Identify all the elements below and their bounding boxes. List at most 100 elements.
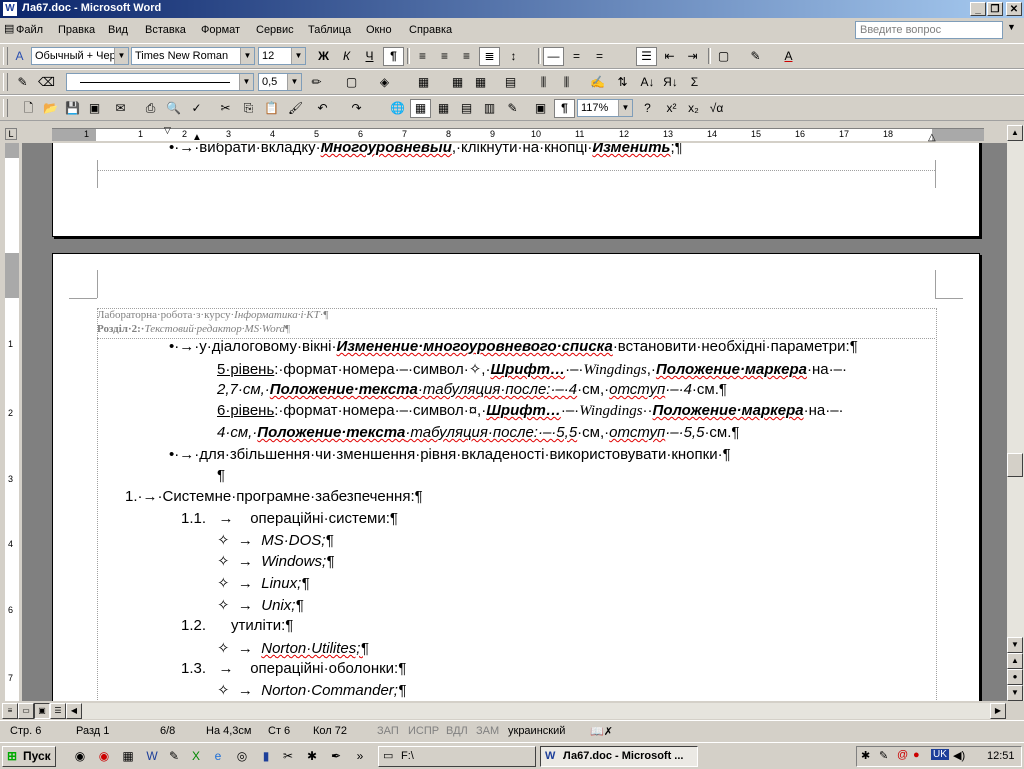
word-app-icon[interactable]: W <box>3 2 17 16</box>
vertical-scrollbar[interactable]: ▲ ▼ ▲ ● ▼ <box>1007 125 1024 701</box>
outline-subitem[interactable]: ✧ → Windows;¶ <box>217 552 334 570</box>
previous-page-icon[interactable]: ▲ <box>1007 653 1023 669</box>
insert-excel-icon[interactable]: ▤ <box>456 99 477 118</box>
highlight-icon[interactable]: ✎ <box>745 47 766 66</box>
outline-subitem[interactable]: ✧ → Norton·Utilites;¶ <box>217 639 369 657</box>
spelling-status-icon[interactable]: 📖✗ <box>590 725 613 738</box>
undo-icon[interactable]: ↶ <box>312 99 333 118</box>
quicklaunch-icon[interactable]: ◉ <box>72 748 88 764</box>
menu-tools[interactable]: Сервис <box>256 24 294 36</box>
print-preview-icon[interactable]: 🔍 <box>163 99 184 118</box>
ask-question-input[interactable]: Введите вопрос <box>855 21 1003 39</box>
tables-borders-icon[interactable]: ▦ <box>410 99 431 118</box>
split-cells-icon[interactable]: ▦ <box>470 73 491 92</box>
vertical-ruler[interactable]: 1 2 3 4 6 7 <box>0 143 22 701</box>
numbering-icon[interactable]: = <box>566 47 587 66</box>
bullet-line[interactable]: •·→·у·діалоговому·вікні·Изменение·многоу… <box>169 338 858 355</box>
font-color-icon[interactable]: A <box>778 47 799 66</box>
email-icon[interactable]: ✉ <box>110 99 131 118</box>
save-icon[interactable]: 💾 <box>62 99 83 118</box>
help-icon[interactable]: ? <box>637 99 658 118</box>
excel-quicklaunch-icon[interactable]: X <box>188 748 204 764</box>
show-formatting-icon[interactable]: ¶ <box>383 47 404 66</box>
outline-subitem[interactable]: ✧ → Unix;¶ <box>217 596 303 614</box>
restore-button[interactable]: ❐ <box>987 2 1003 16</box>
menu-help[interactable]: Справка <box>409 24 452 36</box>
menu-insert[interactable]: Вставка <box>145 24 186 36</box>
toolbar-grip[interactable] <box>3 73 8 91</box>
level6-line-cont[interactable]: 4·см,·Положение·текста·табуляция·после:·… <box>217 424 739 441</box>
start-button[interactable]: ⊞ Пуск <box>2 746 56 767</box>
spelling-icon[interactable]: ✓ <box>186 99 207 118</box>
increase-indent-icon[interactable]: ⇥ <box>682 47 703 66</box>
hanging-indent-marker[interactable]: ▲ <box>192 132 202 143</box>
print-icon[interactable]: ⎙ <box>140 99 161 118</box>
scroll-left-icon[interactable]: ◀ <box>66 703 82 719</box>
web-view-icon[interactable]: ▭ <box>18 703 34 719</box>
outline-subitem[interactable]: ✧ → Linux;¶ <box>217 574 309 592</box>
subscript-icon[interactable]: x₂ <box>683 99 704 118</box>
paste-icon[interactable]: 📋 <box>261 99 282 118</box>
toolbar-grip[interactable] <box>3 47 8 65</box>
level6-line[interactable]: 6·рівень:·формат·номера·–·символ·¤,·Шриф… <box>217 402 844 420</box>
hyperlink-icon[interactable]: 🌐 <box>387 99 408 118</box>
decrease-indent-icon[interactable]: ⇤ <box>659 47 680 66</box>
document-map-icon[interactable]: ▣ <box>530 99 551 118</box>
outline-item-1-1[interactable]: 1.1. → операційні·системи:¶ <box>181 510 398 527</box>
tray-icon[interactable]: ✱ <box>861 749 870 762</box>
menu-window[interactable]: Окно <box>366 24 392 36</box>
font-combo[interactable]: Times New Roman ▼ <box>131 47 255 65</box>
merge-cells-icon[interactable]: ▦ <box>447 73 468 92</box>
horizontal-ruler[interactable]: L 1 1 2 3 4 5 6 7 8 9 10 11 12 13 14 15 … <box>0 125 1024 143</box>
align-left-icon[interactable]: ≡ <box>412 47 433 66</box>
quicklaunch-icon[interactable]: ✒ <box>328 748 344 764</box>
language-indicator[interactable]: UK <box>931 749 949 760</box>
status-trk[interactable]: ИСПР <box>408 725 439 737</box>
chevron-down-icon[interactable]: ▼ <box>287 74 301 90</box>
menu-table[interactable]: Таблица <box>308 24 351 36</box>
insert-table-icon[interactable]: ▦ <box>413 73 434 92</box>
tray-icon[interactable]: @ <box>897 749 908 761</box>
new-document-icon[interactable]: 🗋 <box>18 99 39 118</box>
select-browse-object-icon[interactable]: ● <box>1007 669 1023 685</box>
scroll-down-icon[interactable]: ▼ <box>1007 637 1023 653</box>
tray-icon[interactable]: ● <box>913 749 920 761</box>
outside-border-icon[interactable]: ▢ <box>341 73 362 92</box>
outline-item-1-3[interactable]: 1.3. → операційні·оболонки:¶ <box>181 660 406 677</box>
chevron-down-icon[interactable]: ▼ <box>291 48 305 64</box>
empty-paragraph[interactable]: ¶ <box>217 467 225 484</box>
chevron-down-icon[interactable]: ▼ <box>239 74 253 90</box>
bullet-line[interactable]: •·→·вибрати·вкладку·Многоуровневый,·клік… <box>169 143 683 156</box>
right-indent-marker[interactable]: △ <box>928 132 936 143</box>
shading-icon[interactable]: ◈ <box>374 73 395 92</box>
autosum-icon[interactable]: Σ <box>684 73 705 92</box>
list-icon[interactable]: ☰ <box>636 47 657 66</box>
level5-line[interactable]: 5·рівень:·формат·номера·–·символ·✧,·Шриф… <box>217 360 847 379</box>
tray-icon[interactable]: ✎ <box>879 749 888 762</box>
copy-icon[interactable]: ⎘ <box>238 99 259 118</box>
status-ovr[interactable]: ЗАМ <box>476 725 499 737</box>
show-hide-icon[interactable]: ¶ <box>554 99 575 118</box>
quicklaunch-icon[interactable]: ▮ <box>258 748 274 764</box>
outline-view-icon[interactable]: ☰ <box>50 703 66 719</box>
doc-icon[interactable]: ▤ <box>4 22 14 38</box>
insert-table-icon[interactable]: ▦ <box>433 99 454 118</box>
columns-icon[interactable]: ▥ <box>479 99 500 118</box>
task-explorer[interactable]: ▭ F:\ <box>378 746 536 767</box>
line-style-combo[interactable]: ▼ <box>66 73 254 91</box>
toolbar-grip[interactable] <box>3 99 8 117</box>
first-line-indent-marker[interactable]: ▽ <box>164 125 171 136</box>
styles-pane-icon[interactable]: A <box>9 47 30 66</box>
bullets-icon[interactable]: = <box>589 47 610 66</box>
border-color-icon[interactable]: ✏ <box>306 73 327 92</box>
chevron-down-icon[interactable]: ▼ <box>618 100 632 116</box>
scroll-up-icon[interactable]: ▲ <box>1007 125 1023 141</box>
status-ext[interactable]: ВДЛ <box>446 725 468 737</box>
close-button[interactable]: ✕ <box>1006 2 1022 16</box>
menu-edit[interactable]: Правка <box>58 24 95 36</box>
horizontal-scroll-track[interactable] <box>82 703 990 719</box>
permission-icon[interactable]: ▣ <box>84 99 105 118</box>
line-spacing-icon[interactable]: ↕ <box>503 47 524 66</box>
open-icon[interactable]: 📂 <box>40 99 61 118</box>
distribute-columns-icon[interactable]: ⫼ <box>556 73 577 92</box>
